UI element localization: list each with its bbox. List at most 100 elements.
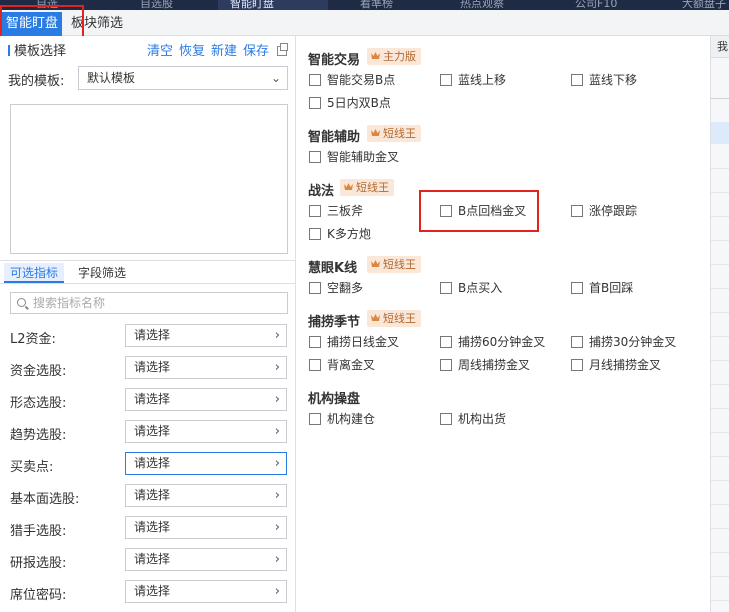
section-title: 慧眼K线 bbox=[308, 261, 358, 276]
clear-button[interactable]: 清空 bbox=[147, 44, 173, 59]
tab-smart-monitor[interactable]: 智能盯盘 bbox=[2, 12, 63, 36]
left-panel: 模板选择 清空 恢复 新建 保存 我的模板: 默认模板 ⌄ 可选指标 字段筛选 搜索指… bbox=[0, 36, 296, 612]
filter-select[interactable]: 请选择 › bbox=[125, 548, 287, 571]
my-template-label: 我的模板: bbox=[8, 74, 65, 89]
filter-value: 请选择 bbox=[134, 392, 171, 406]
tier-badge: 短线王 bbox=[340, 179, 394, 196]
filter-label: 基本面选股: bbox=[10, 492, 80, 507]
filter-select[interactable]: 请选择 › bbox=[125, 420, 287, 443]
section-title: 智能交易 bbox=[308, 53, 361, 68]
filter-label: 席位密码: bbox=[10, 588, 67, 603]
filter-select[interactable]: 请选择 › bbox=[125, 452, 287, 475]
filter-select[interactable]: 请选择 › bbox=[125, 484, 287, 507]
filter-select[interactable]: 请选择 › bbox=[125, 388, 287, 411]
divider bbox=[711, 576, 729, 577]
section-title: 机构操盘 bbox=[308, 392, 361, 407]
filter-value: 请选择 bbox=[134, 520, 171, 534]
divider bbox=[711, 360, 729, 361]
section-title: 战法 bbox=[308, 184, 335, 199]
filter-select[interactable]: 请选择 › bbox=[125, 356, 287, 379]
filter-row: 买卖点: 请选择 › bbox=[0, 452, 296, 476]
sub-tab-bar: 智能盯盘 板块筛选 bbox=[0, 10, 729, 36]
divider bbox=[711, 528, 729, 529]
selected-row[interactable] bbox=[711, 122, 729, 144]
filter-label: 趋势选股: bbox=[10, 428, 67, 443]
filter-select[interactable]: 请选择 › bbox=[125, 580, 287, 603]
divider bbox=[711, 456, 729, 457]
divider bbox=[711, 216, 729, 217]
divider bbox=[711, 504, 729, 505]
filter-value: 请选择 bbox=[134, 424, 171, 438]
crown-icon bbox=[344, 183, 353, 190]
filter-label: 买卖点: bbox=[10, 460, 54, 475]
filter-label: L2资金: bbox=[10, 332, 56, 347]
save-button[interactable]: 保存 bbox=[243, 44, 269, 59]
filter-select[interactable]: 请选择 › bbox=[125, 324, 287, 347]
filter-label: 资金选股: bbox=[10, 364, 67, 379]
chevron-right-icon: › bbox=[274, 488, 280, 503]
filter-value: 请选择 bbox=[134, 328, 171, 342]
search-placeholder: 搜索指标名称 bbox=[33, 296, 106, 310]
crown-icon bbox=[371, 314, 380, 321]
filter-value: 请选择 bbox=[134, 360, 171, 374]
popout-icon[interactable] bbox=[277, 43, 288, 56]
divider bbox=[711, 480, 729, 481]
chevron-right-icon: › bbox=[274, 552, 280, 567]
tier-badge: 主力版 bbox=[367, 48, 421, 65]
restore-button[interactable]: 恢复 bbox=[179, 44, 205, 59]
tab-sector-filter[interactable]: 板块筛选 bbox=[67, 12, 127, 36]
crown-icon bbox=[371, 52, 380, 59]
strip-header: 我 bbox=[711, 36, 729, 58]
chevron-right-icon: › bbox=[274, 584, 280, 599]
divider bbox=[711, 168, 729, 169]
divider bbox=[711, 408, 729, 409]
divider bbox=[0, 283, 296, 284]
top-nav-item-4[interactable]: 热点观察 bbox=[460, 0, 504, 10]
top-nav-item-5[interactable]: 公司F10 bbox=[575, 0, 617, 10]
divider bbox=[711, 432, 729, 433]
divider bbox=[711, 600, 729, 601]
filter-select[interactable]: 请选择 › bbox=[125, 516, 287, 539]
divider bbox=[711, 336, 729, 337]
my-template-select[interactable]: 默认模板 ⌄ bbox=[78, 66, 288, 90]
top-nav-item-3[interactable]: 看準榜 bbox=[360, 0, 393, 10]
top-nav-item-2[interactable]: 智能盯盘 bbox=[218, 0, 328, 10]
divider bbox=[711, 264, 729, 265]
divider bbox=[711, 240, 729, 241]
my-template-value: 默认模板 bbox=[87, 71, 136, 85]
top-nav-item-6[interactable]: 大额盘子 bbox=[682, 0, 726, 10]
filter-row: 席位密码: 请选择 › bbox=[0, 580, 296, 604]
top-nav: 自选 自选股 智能盯盘 看準榜 热点观察 公司F10 大额盘子 bbox=[0, 0, 729, 10]
top-nav-item-0[interactable]: 自选 bbox=[36, 0, 58, 10]
tier-badge: 短线王 bbox=[367, 125, 421, 142]
crown-icon bbox=[371, 260, 380, 267]
divider bbox=[711, 552, 729, 553]
divider bbox=[711, 384, 729, 385]
chevron-right-icon: › bbox=[274, 360, 280, 375]
template-list-box[interactable] bbox=[10, 104, 288, 254]
filter-value: 请选择 bbox=[134, 552, 171, 566]
section-title: 捕捞季节 bbox=[308, 315, 361, 330]
divider bbox=[711, 288, 729, 289]
filter-value: 请选择 bbox=[134, 488, 171, 502]
tier-badge: 短线王 bbox=[367, 256, 421, 273]
divider bbox=[711, 98, 729, 99]
template-actions: 清空 恢复 新建 保存 bbox=[141, 40, 288, 59]
divider bbox=[711, 192, 729, 193]
top-nav-item-1[interactable]: 自选股 bbox=[140, 0, 173, 10]
filter-row: 基本面选股: 请选择 › bbox=[0, 484, 296, 508]
tab-optional-indicators[interactable]: 可选指标 bbox=[4, 263, 65, 283]
filter-row: L2资金: 请选择 › bbox=[0, 324, 296, 348]
new-button[interactable]: 新建 bbox=[211, 44, 237, 59]
tab-field-filter[interactable]: 字段筛选 bbox=[72, 263, 132, 283]
chevron-right-icon: › bbox=[274, 520, 280, 535]
search-input[interactable]: 搜索指标名称 bbox=[10, 292, 288, 314]
filter-label: 形态选股: bbox=[10, 396, 67, 411]
template-heading: 模板选择 bbox=[8, 40, 66, 59]
filter-label: 猎手选股: bbox=[10, 524, 67, 539]
section-title: 智能辅助 bbox=[308, 130, 361, 145]
filter-row: 资金选股: 请选择 › bbox=[0, 356, 296, 380]
filter-row: 趋势选股: 请选择 › bbox=[0, 420, 296, 444]
filter-value: 请选择 bbox=[134, 456, 171, 470]
chevron-down-icon: ⌄ bbox=[270, 71, 281, 85]
